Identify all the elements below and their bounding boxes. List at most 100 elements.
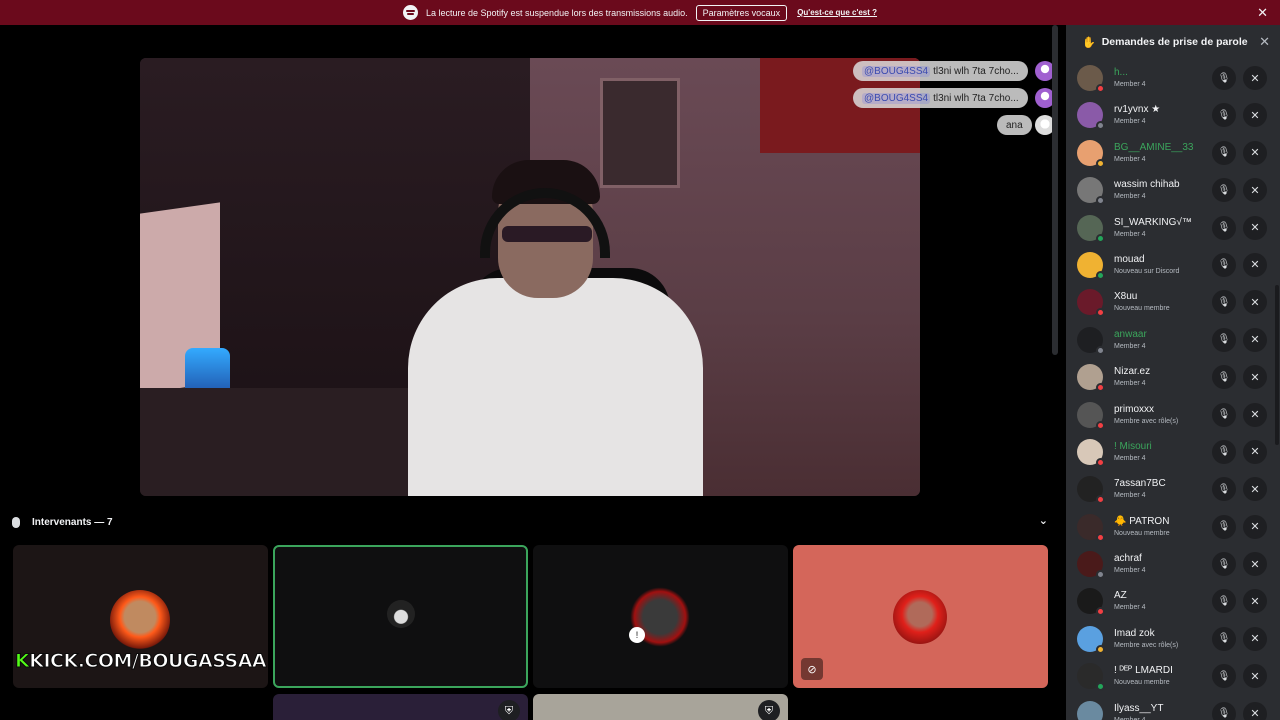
panel-scrollbar[interactable]	[1275, 285, 1279, 445]
deny-request-button[interactable]: ✕	[1243, 290, 1267, 315]
invite-to-speak-button[interactable]: 🎙	[1212, 66, 1236, 90]
request-row[interactable]: AZ Member 4 🎙 ✕	[1066, 582, 1280, 619]
deny-request-button[interactable]: ✕	[1243, 701, 1267, 720]
invite-to-speak-button[interactable]: 🎙	[1212, 626, 1236, 651]
request-row[interactable]: ! ᴰᴱᴾ LMARDI Nouveau membre 🎙 ✕	[1066, 657, 1280, 694]
deny-request-button[interactable]: ✕	[1243, 664, 1267, 689]
close-panel-icon[interactable]: ✕	[1259, 34, 1270, 50]
invite-to-speak-button[interactable]: 🎙	[1212, 477, 1236, 502]
deny-request-button[interactable]: ✕	[1243, 514, 1267, 539]
speaker-tile-speaking[interactable]	[273, 545, 528, 688]
request-row[interactable]: mouad Nouveau sur Discord 🎙 ✕	[1066, 246, 1280, 283]
chat-mention[interactable]: @BOUG4SS4	[862, 65, 931, 77]
speaker-tile[interactable]: ⊘	[793, 545, 1048, 688]
speaker-tile[interactable]: ⛨	[533, 694, 788, 720]
deny-request-button[interactable]: ✕	[1243, 477, 1267, 502]
status-indicator	[1096, 233, 1105, 243]
request-row[interactable]: primoxxx Membre avec rôle(s) 🎙 ✕	[1066, 396, 1280, 433]
invite-to-speak-button[interactable]: 🎙	[1212, 140, 1236, 165]
user-name[interactable]: Imad zok	[1114, 628, 1155, 639]
user-name[interactable]: wassim chihab	[1114, 179, 1180, 190]
speaker-tile[interactable]: KKICK.COM/BOUGASSAA	[13, 545, 268, 688]
user-name[interactable]: achraf	[1114, 553, 1142, 564]
invite-to-speak-button[interactable]: 🎙	[1212, 552, 1236, 577]
status-indicator	[1096, 682, 1105, 692]
deny-request-button[interactable]: ✕	[1243, 365, 1267, 390]
request-row[interactable]: wassim chihab Member 4 🎙 ✕	[1066, 171, 1280, 208]
status-indicator	[1096, 345, 1105, 355]
invite-to-speak-button[interactable]: 🎙	[1212, 439, 1236, 464]
video-poster	[600, 78, 680, 188]
request-row[interactable]: BG__AMINE__33 Member 4 🎙 ✕	[1066, 134, 1280, 171]
speaker-tile[interactable]: ⛨	[273, 694, 528, 720]
invite-to-speak-button[interactable]: 🎙	[1212, 701, 1236, 720]
user-name[interactable]: ! Misouri	[1114, 441, 1152, 452]
invite-to-speak-button[interactable]: 🎙	[1212, 589, 1236, 614]
chevron-down-icon[interactable]: ⌄	[1039, 514, 1048, 527]
status-indicator	[1096, 84, 1105, 93]
request-row[interactable]: Nizar.ez Member 4 🎙 ✕	[1066, 358, 1280, 395]
request-row[interactable]: Ilyass__YT Member 4 🎙 ✕	[1066, 695, 1280, 720]
deny-request-button[interactable]: ✕	[1243, 178, 1267, 203]
main-scrollbar[interactable]	[1052, 25, 1058, 355]
request-row[interactable]: 7assan7BC Member 4 🎙 ✕	[1066, 470, 1280, 507]
user-name[interactable]: AZ	[1114, 590, 1127, 601]
invite-to-speak-button[interactable]: 🎙	[1212, 103, 1236, 128]
user-name[interactable]: primoxxx	[1114, 404, 1154, 415]
user-name[interactable]: 7assan7BC	[1114, 478, 1166, 489]
speaker-tile[interactable]: !	[533, 545, 788, 688]
request-row[interactable]: h... Member 4 🎙 ✕	[1066, 59, 1280, 96]
user-name[interactable]: rv1yvnx ★	[1114, 104, 1160, 115]
request-row[interactable]: Imad zok Membre avec rôle(s) 🎙 ✕	[1066, 620, 1280, 657]
user-name[interactable]: mouad	[1114, 254, 1145, 265]
invite-to-speak-button[interactable]: 🎙	[1212, 402, 1236, 427]
speakers-header[interactable]: Intervenants — 7 ⌄	[12, 512, 1052, 532]
invite-to-speak-button[interactable]: 🎙	[1212, 514, 1236, 539]
deny-request-button[interactable]: ✕	[1243, 215, 1267, 240]
deny-request-button[interactable]: ✕	[1243, 66, 1267, 90]
user-name[interactable]: Nizar.ez	[1114, 366, 1150, 377]
status-indicator	[1096, 308, 1105, 318]
deny-request-button[interactable]: ✕	[1243, 402, 1267, 427]
deny-request-button[interactable]: ✕	[1243, 252, 1267, 277]
user-role: Member 4	[1114, 230, 1146, 238]
deny-request-button[interactable]: ✕	[1243, 103, 1267, 128]
request-row[interactable]: ! Misouri Member 4 🎙 ✕	[1066, 433, 1280, 470]
user-name[interactable]: 🐥 PATRON	[1114, 516, 1169, 527]
invite-to-speak-button[interactable]: 🎙	[1212, 178, 1236, 203]
deny-request-button[interactable]: ✕	[1243, 327, 1267, 352]
invite-to-speak-button[interactable]: 🎙	[1212, 664, 1236, 689]
request-row[interactable]: X8uu Nouveau membre 🎙 ✕	[1066, 283, 1280, 320]
request-row[interactable]: SI_WARKING√™ Member 4 🎙 ✕	[1066, 209, 1280, 246]
deny-request-button[interactable]: ✕	[1243, 552, 1267, 577]
deny-request-button[interactable]: ✕	[1243, 140, 1267, 165]
user-name[interactable]: ! ᴰᴱᴾ LMARDI	[1114, 665, 1173, 676]
invite-to-speak-button[interactable]: 🎙	[1212, 252, 1236, 277]
user-name[interactable]: X8uu	[1114, 291, 1137, 302]
user-avatar[interactable]	[1077, 700, 1103, 720]
user-name[interactable]: BG__AMINE__33	[1114, 142, 1194, 153]
shield-icon: ⛨	[498, 700, 520, 720]
whats-this-link[interactable]: Qu'est-ce que c'est ?	[797, 8, 877, 17]
user-name[interactable]: anwaar	[1114, 329, 1147, 340]
deny-request-button[interactable]: ✕	[1243, 439, 1267, 464]
close-notice-icon[interactable]: ✕	[1257, 5, 1268, 21]
invite-to-speak-button[interactable]: 🎙	[1212, 215, 1236, 240]
deny-request-button[interactable]: ✕	[1243, 626, 1267, 651]
status-indicator	[1096, 196, 1105, 206]
screen-share-video[interactable]	[140, 58, 920, 496]
chat-mention[interactable]: @BOUG4SS4	[862, 92, 931, 104]
invite-to-speak-button[interactable]: 🎙	[1212, 365, 1236, 390]
invite-to-speak-button[interactable]: 🎙	[1212, 290, 1236, 315]
speaker-avatar	[893, 590, 947, 644]
deny-request-button[interactable]: ✕	[1243, 589, 1267, 614]
request-row[interactable]: rv1yvnx ★ Member 4 🎙 ✕	[1066, 96, 1280, 133]
voice-settings-button[interactable]: Paramètres vocaux	[695, 4, 788, 21]
user-name[interactable]: SI_WARKING√™	[1114, 217, 1192, 228]
invite-to-speak-button[interactable]: 🎙	[1212, 327, 1236, 352]
user-name[interactable]: h...	[1114, 67, 1128, 78]
user-name[interactable]: Ilyass__YT	[1114, 703, 1163, 714]
request-row[interactable]: achraf Member 4 🎙 ✕	[1066, 545, 1280, 582]
request-row[interactable]: 🐥 PATRON Nouveau membre 🎙 ✕	[1066, 508, 1280, 545]
request-row[interactable]: anwaar Member 4 🎙 ✕	[1066, 321, 1280, 358]
